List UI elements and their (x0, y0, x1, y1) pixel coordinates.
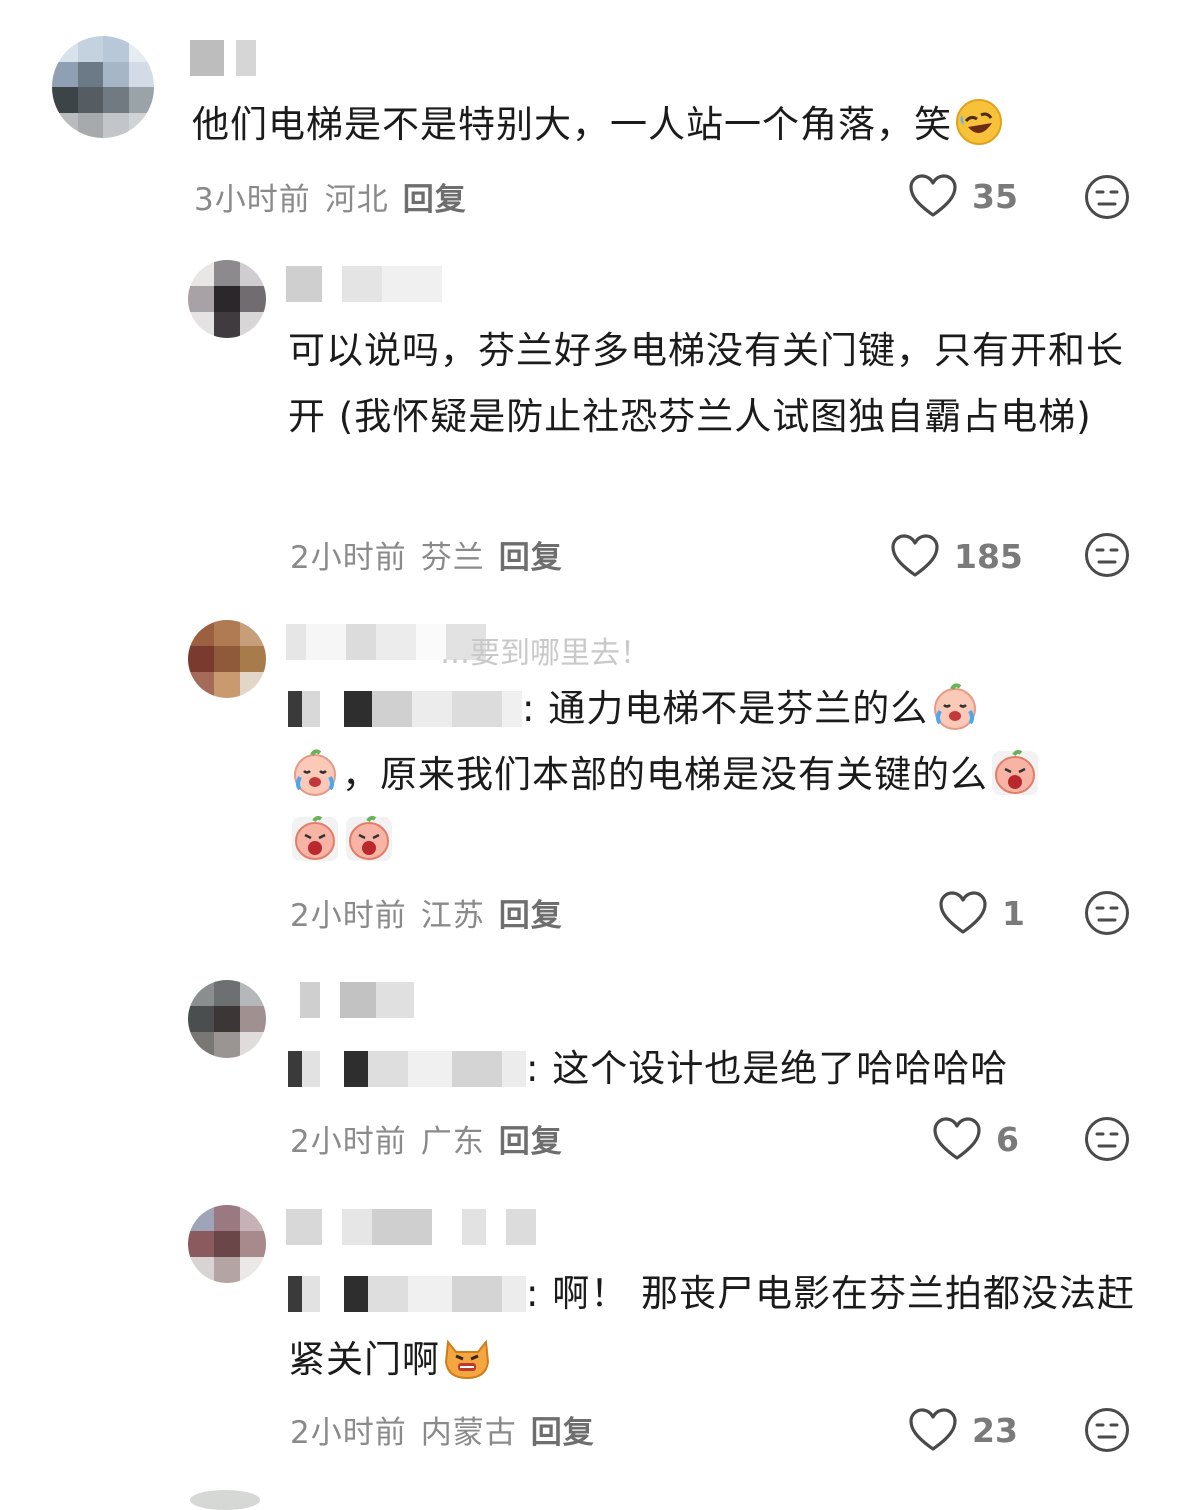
meh-face-icon[interactable] (1084, 1407, 1130, 1453)
username-masked[interactable] (286, 1207, 536, 1247)
username-masked[interactable] (300, 980, 414, 1020)
timestamp: 2小时前 (290, 1415, 407, 1451)
comment-text: 他们电梯是不是特别大，一人站一个角落，笑 (192, 92, 1152, 158)
username-masked[interactable] (288, 1274, 526, 1314)
avatar[interactable] (188, 620, 266, 698)
like-button[interactable]: 1 (938, 890, 1025, 936)
timestamp: 3小时前 (194, 182, 311, 218)
reply-button[interactable]: 回复 (499, 1116, 563, 1161)
comment-text: : 通力电梯不是芬兰的么 ，原来我们本部的电梯是没有关键的么 (288, 676, 1138, 874)
location: 河北 (324, 182, 389, 218)
timestamp: 2小时前 (290, 540, 407, 576)
meh-face-icon[interactable] (1084, 174, 1130, 220)
heart-outline-icon (939, 891, 987, 934)
like-button[interactable]: 6 (932, 1116, 1019, 1162)
reply-button[interactable]: 回复 (499, 532, 563, 577)
like-count: 1 (1002, 893, 1025, 933)
location: 芬兰 (420, 540, 485, 576)
reply-button[interactable]: 回复 (531, 1407, 595, 1452)
heart-outline-icon (891, 534, 939, 577)
comment-text: : 这个设计也是绝了哈哈哈哈 (288, 1036, 1138, 1102)
comment-meta: 2小时前 广东 回复 (290, 1116, 563, 1161)
like-count: 185 (954, 536, 1023, 576)
location: 江苏 (420, 898, 485, 934)
reply-button[interactable]: 回复 (403, 174, 467, 219)
heart-outline-icon (933, 1117, 981, 1160)
comment-text: : 啊！ 那丧尸电影在芬兰拍都没法赶紧关门啊 (288, 1272, 1135, 1381)
username-masked[interactable] (288, 1049, 526, 1089)
reply-button[interactable]: 回复 (499, 890, 563, 935)
avatar[interactable] (188, 980, 266, 1058)
timestamp: 2小时前 (290, 1124, 407, 1160)
shocked-peach-emoji-icon (292, 815, 338, 861)
like-count: 23 (972, 1410, 1018, 1450)
comment-meta: 3小时前 河北 回复 (194, 174, 467, 219)
username-masked[interactable] (288, 689, 522, 729)
like-button[interactable]: 185 (890, 533, 1023, 579)
location: 内蒙古 (420, 1415, 517, 1451)
timestamp: 2小时前 (290, 898, 407, 934)
heart-outline-icon (909, 1408, 957, 1451)
heart-outline-icon (909, 174, 957, 217)
like-button[interactable]: 35 (908, 173, 1018, 219)
username-masked[interactable] (286, 264, 442, 304)
shocked-peach-emoji-icon (992, 749, 1038, 795)
location: 广东 (420, 1124, 485, 1160)
meh-face-icon[interactable] (1084, 532, 1130, 578)
avatar[interactable] (190, 1490, 260, 1510)
rofl-emoji-icon (956, 99, 1002, 145)
like-count: 6 (996, 1119, 1019, 1159)
avatar[interactable] (188, 1205, 266, 1283)
meh-face-icon[interactable] (1084, 890, 1130, 936)
avatar[interactable] (52, 36, 154, 138)
avatar[interactable] (188, 260, 266, 338)
comment-meta: 2小时前 芬兰 回复 (290, 532, 563, 577)
crying-peach-emoji-icon (294, 749, 336, 796)
meh-face-icon[interactable] (1084, 1116, 1130, 1162)
like-button[interactable]: 23 (908, 1407, 1018, 1453)
quoted-text-fragment: …要到哪里去！ (440, 636, 650, 671)
comment-text: 可以说吗，芬兰好多电梯没有关门键，只有开和长开 (我怀疑是防止社恐芬兰人试图独自… (288, 329, 1124, 438)
angry-cat-emoji-icon (444, 1339, 490, 1380)
username-masked[interactable] (190, 38, 256, 78)
shocked-peach-emoji-icon (346, 815, 392, 861)
crying-peach-emoji-icon (934, 683, 977, 730)
comment-meta: 2小时前 江苏 回复 (290, 890, 563, 935)
comment-meta: 2小时前 内蒙古 回复 (290, 1407, 595, 1452)
like-count: 35 (972, 176, 1018, 216)
